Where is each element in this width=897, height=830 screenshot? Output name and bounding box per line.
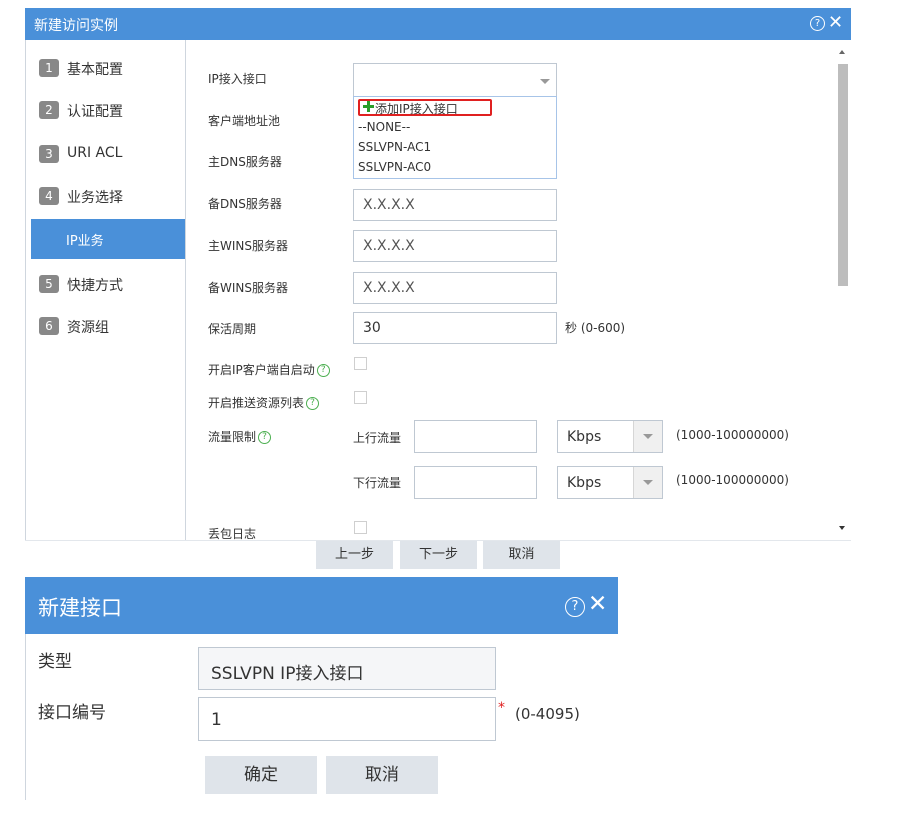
- upstream-unit-select[interactable]: Kbps: [557, 420, 663, 453]
- keepalive-input[interactable]: 30: [353, 312, 557, 344]
- primary-wins-label: 主WINS服务器: [208, 239, 288, 253]
- next-button[interactable]: 下一步: [400, 541, 477, 569]
- primary-dns-label: 主DNS服务器: [208, 155, 282, 169]
- type-label: 类型: [38, 652, 72, 672]
- upstream-label: 上行流量: [353, 431, 402, 445]
- autostart-label-text: 开启IP客户端自启动: [208, 363, 315, 377]
- nav-item-label: 认证配置: [67, 104, 123, 120]
- question-icon[interactable]: ?: [258, 431, 272, 444]
- nav-item-basic[interactable]: 1 基本配置: [31, 50, 185, 88]
- primary-dns-input[interactable]: X.X.X.X: [353, 189, 557, 221]
- help-icon[interactable]: ?: [565, 597, 585, 617]
- nav-item-label: 基本配置: [67, 62, 123, 78]
- dropdown-button[interactable]: [633, 421, 662, 452]
- nav-subitem-label: IP业务: [66, 234, 104, 249]
- dialog2-cancel-button[interactable]: 取消: [326, 756, 438, 794]
- dialog2-border: [25, 634, 26, 800]
- nav-item-service[interactable]: 4 业务选择: [31, 178, 185, 216]
- rate-limit-label: 流量限制?: [208, 428, 272, 445]
- nav-item-resource-group[interactable]: 6 资源组: [31, 308, 185, 346]
- nav-subitem-ip-service[interactable]: IP业务: [31, 219, 185, 259]
- interface-number-hint: (0-4095): [515, 705, 580, 723]
- type-field: SSLVPN IP接入接口: [198, 647, 496, 690]
- autostart-checkbox[interactable]: [354, 357, 367, 370]
- interface-number-input[interactable]: 1: [198, 697, 496, 741]
- autostart-label: 开启IP客户端自启动?: [208, 361, 330, 378]
- step-number: 4: [39, 187, 59, 205]
- dialog1-title: 新建访问实例: [34, 18, 118, 34]
- help-icon[interactable]: ?: [810, 16, 825, 31]
- step-number: 6: [39, 317, 59, 335]
- type-value: SSLVPN IP接入接口: [211, 664, 364, 684]
- upstream-hint: (1000-100000000): [676, 428, 789, 442]
- backup-dns-label: 备DNS服务器: [208, 197, 282, 211]
- downstream-hint: (1000-100000000): [676, 473, 789, 487]
- push-list-checkbox[interactable]: [354, 391, 367, 404]
- backup-wins-label: 备WINS服务器: [208, 281, 288, 295]
- backup-wins-input[interactable]: X.X.X.X: [353, 272, 557, 304]
- downstream-label: 下行流量: [353, 476, 402, 490]
- ip-interface-label: IP接入接口: [208, 72, 267, 86]
- dropdown-option[interactable]: SSLVPN-AC0: [358, 160, 431, 174]
- upstream-input[interactable]: [414, 420, 537, 453]
- scroll-down-icon[interactable]: [839, 526, 845, 530]
- dialog2-title: 新建接口: [38, 596, 122, 620]
- step-number: 3: [39, 145, 59, 163]
- ok-button[interactable]: 确定: [205, 756, 317, 794]
- cancel-button[interactable]: 取消: [483, 541, 560, 569]
- downstream-unit-value: Kbps: [567, 475, 602, 491]
- step-number: 5: [39, 275, 59, 293]
- primary-dns-placeholder: X.X.X.X: [363, 197, 415, 213]
- downstream-input[interactable]: [414, 466, 537, 499]
- push-list-label-text: 开启推送资源列表: [208, 396, 305, 410]
- ip-interface-select[interactable]: [353, 63, 557, 97]
- close-icon[interactable]: ✕: [828, 12, 843, 33]
- primary-wins-placeholder: X.X.X.X: [363, 238, 415, 254]
- nav-item-label: 业务选择: [67, 190, 123, 206]
- chevron-down-icon: [643, 434, 653, 439]
- primary-wins-input[interactable]: X.X.X.X: [353, 230, 557, 262]
- nav-item-auth[interactable]: 2 认证配置: [31, 92, 185, 130]
- question-icon[interactable]: ?: [316, 364, 330, 377]
- downstream-unit-select[interactable]: Kbps: [557, 466, 663, 499]
- interface-number-value: 1: [211, 710, 222, 730]
- keepalive-hint: 秒 (0-600): [565, 321, 626, 335]
- step-number: 2: [39, 101, 59, 119]
- rate-limit-label-text: 流量限制: [208, 430, 257, 444]
- scrollbar-thumb[interactable]: [838, 64, 848, 286]
- nav-item-label: 资源组: [67, 320, 109, 336]
- question-icon[interactable]: ?: [306, 397, 320, 410]
- dialog1-titlebar: 新建访问实例 ? ✕: [25, 8, 851, 40]
- upstream-unit-value: Kbps: [567, 429, 602, 445]
- prev-button[interactable]: 上一步: [316, 541, 393, 569]
- close-icon[interactable]: ✕: [588, 591, 607, 617]
- keepalive-label: 保活周期: [208, 322, 257, 336]
- keepalive-value: 30: [363, 320, 381, 336]
- chevron-down-icon: [643, 480, 653, 485]
- dropdown-button[interactable]: [633, 467, 662, 498]
- ip-interface-dropdown: 添加IP接入接口 --NONE-- SSLVPN-AC1 SSLVPN-AC0: [353, 96, 557, 179]
- backup-wins-placeholder: X.X.X.X: [363, 280, 415, 296]
- dropdown-option[interactable]: --NONE--: [358, 120, 410, 134]
- dialog2-titlebar: 新建接口 ? ✕: [25, 577, 618, 634]
- chevron-down-icon[interactable]: [540, 79, 550, 84]
- nav-item-label: URI ACL: [67, 145, 123, 161]
- required-mark: *: [498, 700, 505, 716]
- plus-icon[interactable]: [363, 101, 374, 112]
- drop-log-checkbox[interactable]: [354, 521, 367, 534]
- wizard-nav: 1 基本配置 2 认证配置 3 URI ACL 4 业务选择 IP业务 5 快捷…: [31, 40, 186, 540]
- client-pool-label: 客户端地址池: [208, 114, 281, 128]
- step-number: 1: [39, 59, 59, 77]
- dropdown-option[interactable]: SSLVPN-AC1: [358, 140, 431, 154]
- scrollbar[interactable]: [836, 44, 850, 540]
- dialog1-border: [25, 40, 26, 540]
- scroll-up-icon[interactable]: [839, 50, 845, 54]
- push-list-label: 开启推送资源列表?: [208, 394, 320, 411]
- nav-item-uri-acl[interactable]: 3 URI ACL: [31, 136, 185, 174]
- add-ip-interface-option[interactable]: 添加IP接入接口: [375, 100, 458, 117]
- interface-number-label: 接口编号: [38, 703, 106, 723]
- nav-item-label: 快捷方式: [67, 278, 123, 294]
- nav-item-shortcut[interactable]: 5 快捷方式: [31, 266, 185, 304]
